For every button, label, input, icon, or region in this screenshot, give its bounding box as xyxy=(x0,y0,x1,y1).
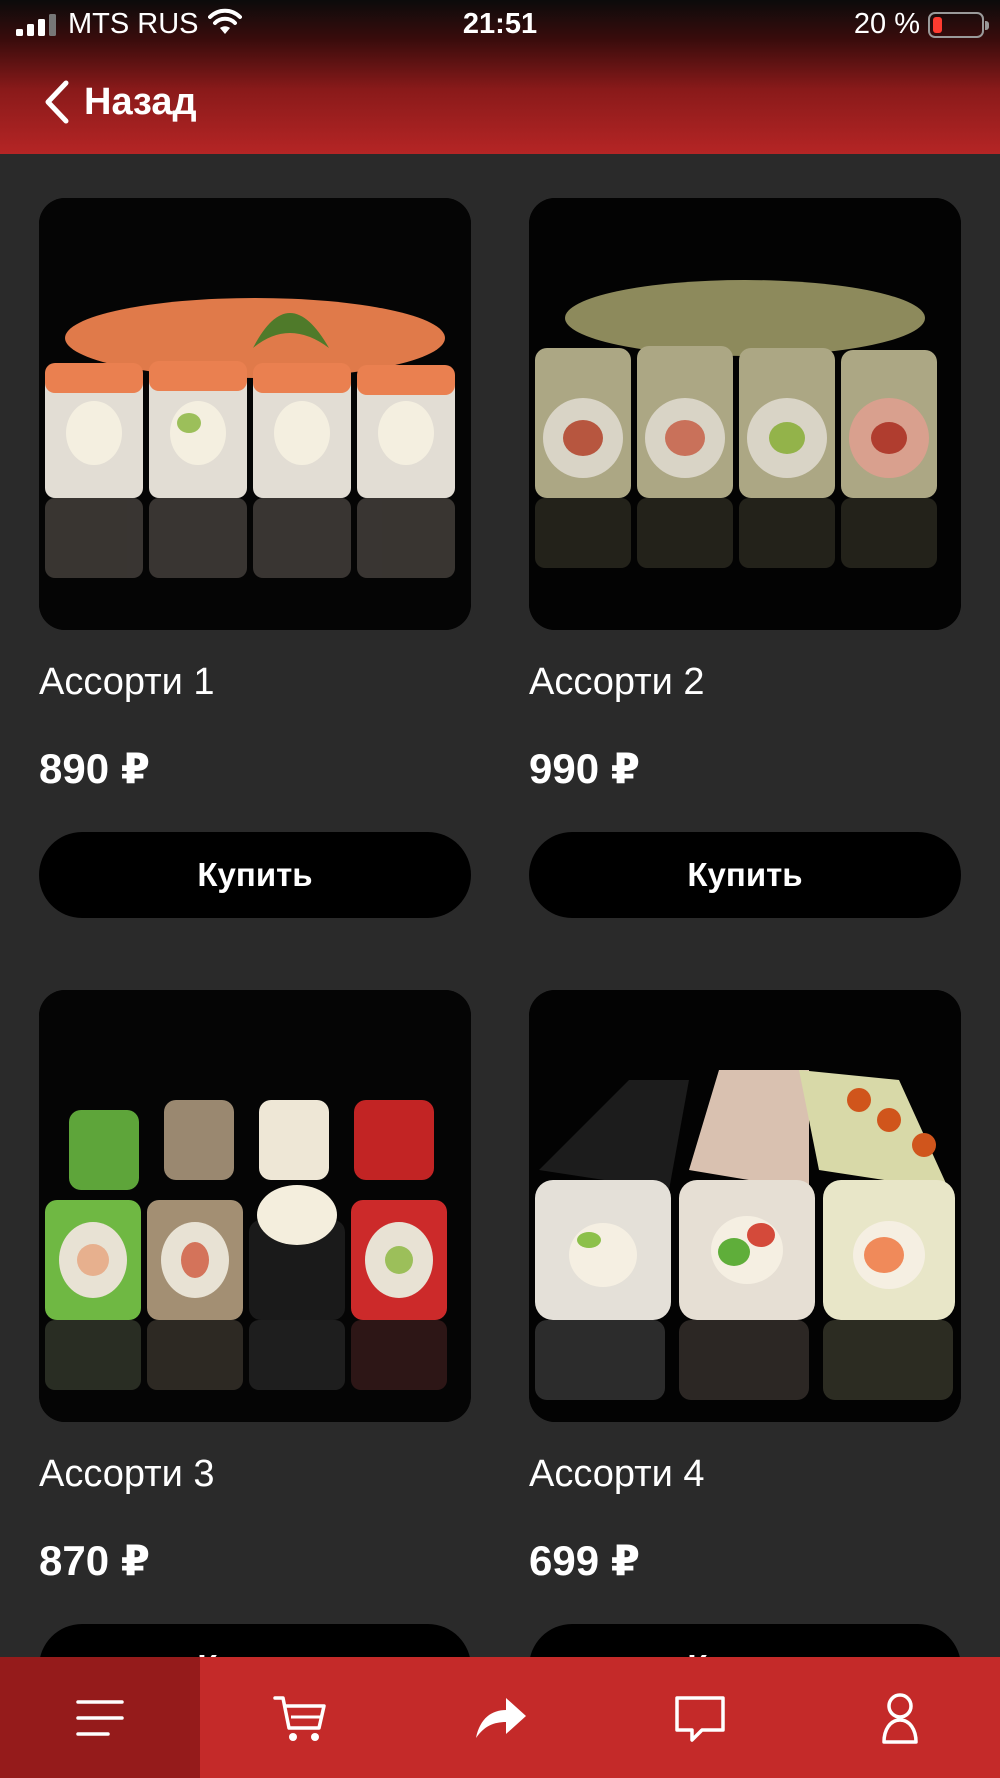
status-time: 21:51 xyxy=(462,8,538,40)
back-label: Назад xyxy=(84,80,197,123)
sushi-image xyxy=(39,990,471,1422)
share-icon xyxy=(476,1697,526,1738)
sushi-image xyxy=(529,198,961,630)
battery-level xyxy=(933,17,942,33)
product-price: 870 ₽ xyxy=(39,1537,150,1584)
product-grid: Ассорти 1 890 ₽ Купить Ассорти 2 990 ₽ К… xyxy=(0,154,1000,1657)
top-bar: MTS RUS 21:51 20 % Назад xyxy=(0,0,1000,154)
sushi-image xyxy=(39,198,471,630)
buy-button[interactable]: Купить xyxy=(39,1624,471,1657)
buy-button[interactable]: Купить xyxy=(529,1624,961,1657)
sushi-image xyxy=(529,990,961,1422)
tab-menu[interactable] xyxy=(0,1657,200,1778)
bottom-tab-bar xyxy=(0,1657,1000,1778)
chat-icon xyxy=(675,1695,725,1742)
battery-icon xyxy=(928,12,989,38)
cart-icon xyxy=(273,1695,326,1741)
product-price: 699 ₽ xyxy=(529,1537,640,1584)
product-photo[interactable] xyxy=(529,198,961,630)
battery-percentage: 20 % xyxy=(853,8,920,40)
profile-icon xyxy=(882,1692,918,1744)
back-button[interactable]: Назад xyxy=(40,72,197,132)
tab-chat[interactable] xyxy=(600,1657,800,1778)
tab-share[interactable] xyxy=(400,1657,600,1778)
menu-icon xyxy=(76,1699,124,1736)
product-card: Ассорти 4 699 ₽ Купить xyxy=(529,990,961,1657)
status-bar: MTS RUS 21:51 20 % xyxy=(0,0,1000,50)
buy-button[interactable]: Купить xyxy=(529,832,961,918)
tab-profile[interactable] xyxy=(800,1657,1000,1778)
product-name: Ассорти 3 xyxy=(39,1453,215,1495)
product-photo[interactable] xyxy=(39,198,471,630)
product-name: Ассорти 4 xyxy=(529,1453,705,1495)
tab-cart[interactable] xyxy=(200,1657,400,1778)
product-photo[interactable] xyxy=(39,990,471,1422)
product-card: Ассорти 3 870 ₽ Купить xyxy=(39,990,471,1657)
product-name: Ассорти 2 xyxy=(529,661,705,703)
product-card: Ассорти 2 990 ₽ Купить xyxy=(529,198,961,918)
product-price: 990 ₽ xyxy=(529,745,640,792)
buy-button[interactable]: Купить xyxy=(39,832,471,918)
product-card: Ассорти 1 890 ₽ Купить xyxy=(39,198,471,918)
chevron-left-icon xyxy=(45,80,69,124)
product-photo[interactable] xyxy=(529,990,961,1422)
product-name: Ассорти 1 xyxy=(39,661,215,703)
product-price: 890 ₽ xyxy=(39,745,150,792)
